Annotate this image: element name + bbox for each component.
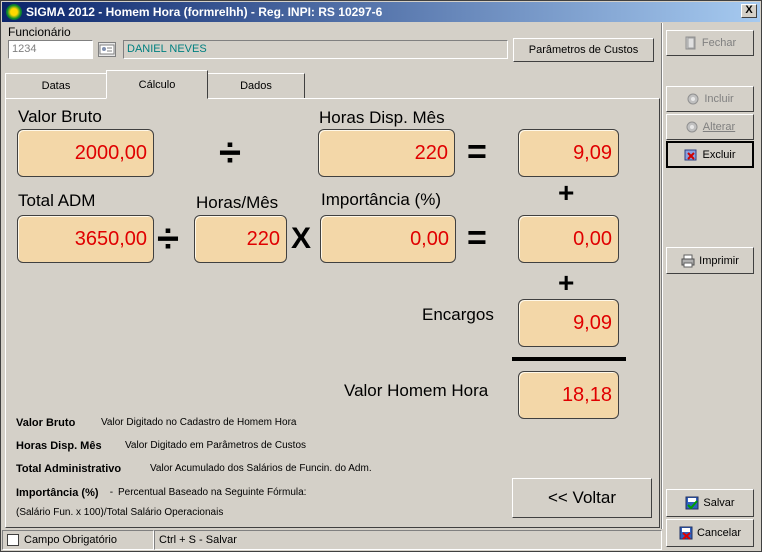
encargos-label: Encargos [422, 305, 494, 324]
app-logo-icon [6, 4, 22, 20]
tab-datas[interactable]: Datas [5, 73, 107, 99]
status-bar: Campo Obrigatório Ctrl + S - Salvar [2, 530, 760, 550]
valor-homem-hora-value: 18,18 [518, 371, 619, 419]
salvar-button[interactable]: Salvar [666, 489, 754, 517]
fechar-label: Fechar [701, 37, 737, 49]
total-adm-label: Total ADM [18, 191, 96, 210]
divide-operator-1: ÷ [219, 131, 241, 175]
legend-importancia-dash: - [107, 487, 116, 498]
funcionario-name-field: DANIEL NEVES [123, 40, 508, 59]
parametros-custos-button[interactable]: Parâmetros de Custos [513, 38, 654, 62]
tab-calculo[interactable]: Cálculo [106, 70, 208, 99]
calculo-panel: Valor Bruto 2000,00 ÷ Horas Disp. Mês 22… [5, 98, 660, 528]
id-card-icon[interactable] [98, 42, 116, 57]
incluir-label: Incluir [704, 93, 734, 105]
incluir-button[interactable]: Incluir [666, 86, 754, 112]
status-shortcut-label: Ctrl + S - Salvar [159, 534, 237, 546]
encargos-value: 9,09 [518, 299, 619, 347]
valor-homem-hora-label: Valor Homem Hora [344, 381, 489, 400]
plus-operator-1: + [558, 177, 575, 208]
gear-edit-icon [686, 121, 698, 133]
valor-bruto-label: Valor Bruto [18, 107, 102, 126]
legend-importancia-desc: Percentual Baseado na Seguinte Fórmula: [118, 487, 307, 498]
divide-operator-2: ÷ [157, 217, 179, 261]
imprimir-button[interactable]: Imprimir [666, 247, 754, 274]
sum-divider-line [512, 357, 626, 361]
legend-importancia-key: Importância (%) [16, 487, 99, 499]
window-title: SIGMA 2012 - Homem Hora (formrelhh) - Re… [26, 5, 383, 19]
required-field-swatch [7, 534, 19, 546]
excluir-button[interactable]: Excluir [666, 141, 754, 168]
title-bar: SIGMA 2012 - Homem Hora (formrelhh) - Re… [2, 2, 760, 22]
valor-bruto-value: 2000,00 [17, 129, 154, 177]
legend-valor-bruto-key: Valor Bruto [16, 417, 76, 429]
door-icon [685, 36, 696, 50]
close-button[interactable]: X [741, 4, 757, 18]
importancia-label: Importância (%) [321, 190, 441, 209]
alterar-label: Alterar [702, 121, 736, 133]
printer-icon [681, 254, 695, 267]
tab-dados[interactable]: Dados [207, 73, 305, 99]
horas-disp-value: 220 [318, 129, 455, 177]
equals-operator-1: = [467, 133, 487, 171]
imprimir-label: Imprimir [699, 254, 739, 267]
times-operator: X [291, 222, 312, 255]
legend-total-adm-desc: Valor Acumulado dos Salários de Funcin. … [150, 463, 372, 474]
legend-valor-bruto-desc: Valor Digitado no Cadastro de Homem Hora [101, 417, 297, 428]
fechar-button[interactable]: Fechar [666, 30, 754, 56]
total-adm-value: 3650,00 [17, 215, 154, 263]
main-window: SIGMA 2012 - Homem Hora (formrelhh) - Re… [0, 0, 762, 552]
horas-mes-label: Horas/Mês [196, 193, 279, 212]
side-separator [661, 23, 663, 529]
legend-formula: (Salário Fun. x 100)/Total Salário Opera… [16, 507, 224, 518]
result-1-value: 9,09 [518, 129, 619, 177]
voltar-button[interactable]: << Voltar [512, 478, 652, 518]
delete-icon [684, 149, 697, 160]
status-required: Campo Obrigatório [2, 530, 154, 550]
plus-operator-2: + [558, 267, 575, 298]
status-required-label: Campo Obrigatório [24, 534, 117, 546]
alterar-button[interactable]: Alterar [666, 114, 754, 140]
legend-horas-disp-key: Horas Disp. Mês [16, 440, 102, 452]
funcionario-label: Funcionário [8, 25, 71, 39]
equals-operator-2: = [467, 219, 487, 257]
save-check-icon [685, 496, 699, 510]
legend-total-adm-key: Total Administrativo [16, 463, 122, 475]
gear-add-icon [687, 93, 699, 105]
importancia-value: 0,00 [320, 215, 456, 263]
result-2-value: 0,00 [518, 215, 619, 263]
status-shortcut: Ctrl + S - Salvar [154, 530, 662, 550]
legend-horas-disp-desc: Valor Digitado em Parâmetros de Custos [125, 440, 307, 451]
funcionario-code-input[interactable]: 1234 [8, 40, 93, 59]
salvar-label: Salvar [703, 497, 735, 509]
horas-disp-label: Horas Disp. Mês [319, 108, 445, 127]
horas-mes-value: 220 [194, 215, 287, 263]
excluir-label: Excluir [702, 148, 736, 161]
